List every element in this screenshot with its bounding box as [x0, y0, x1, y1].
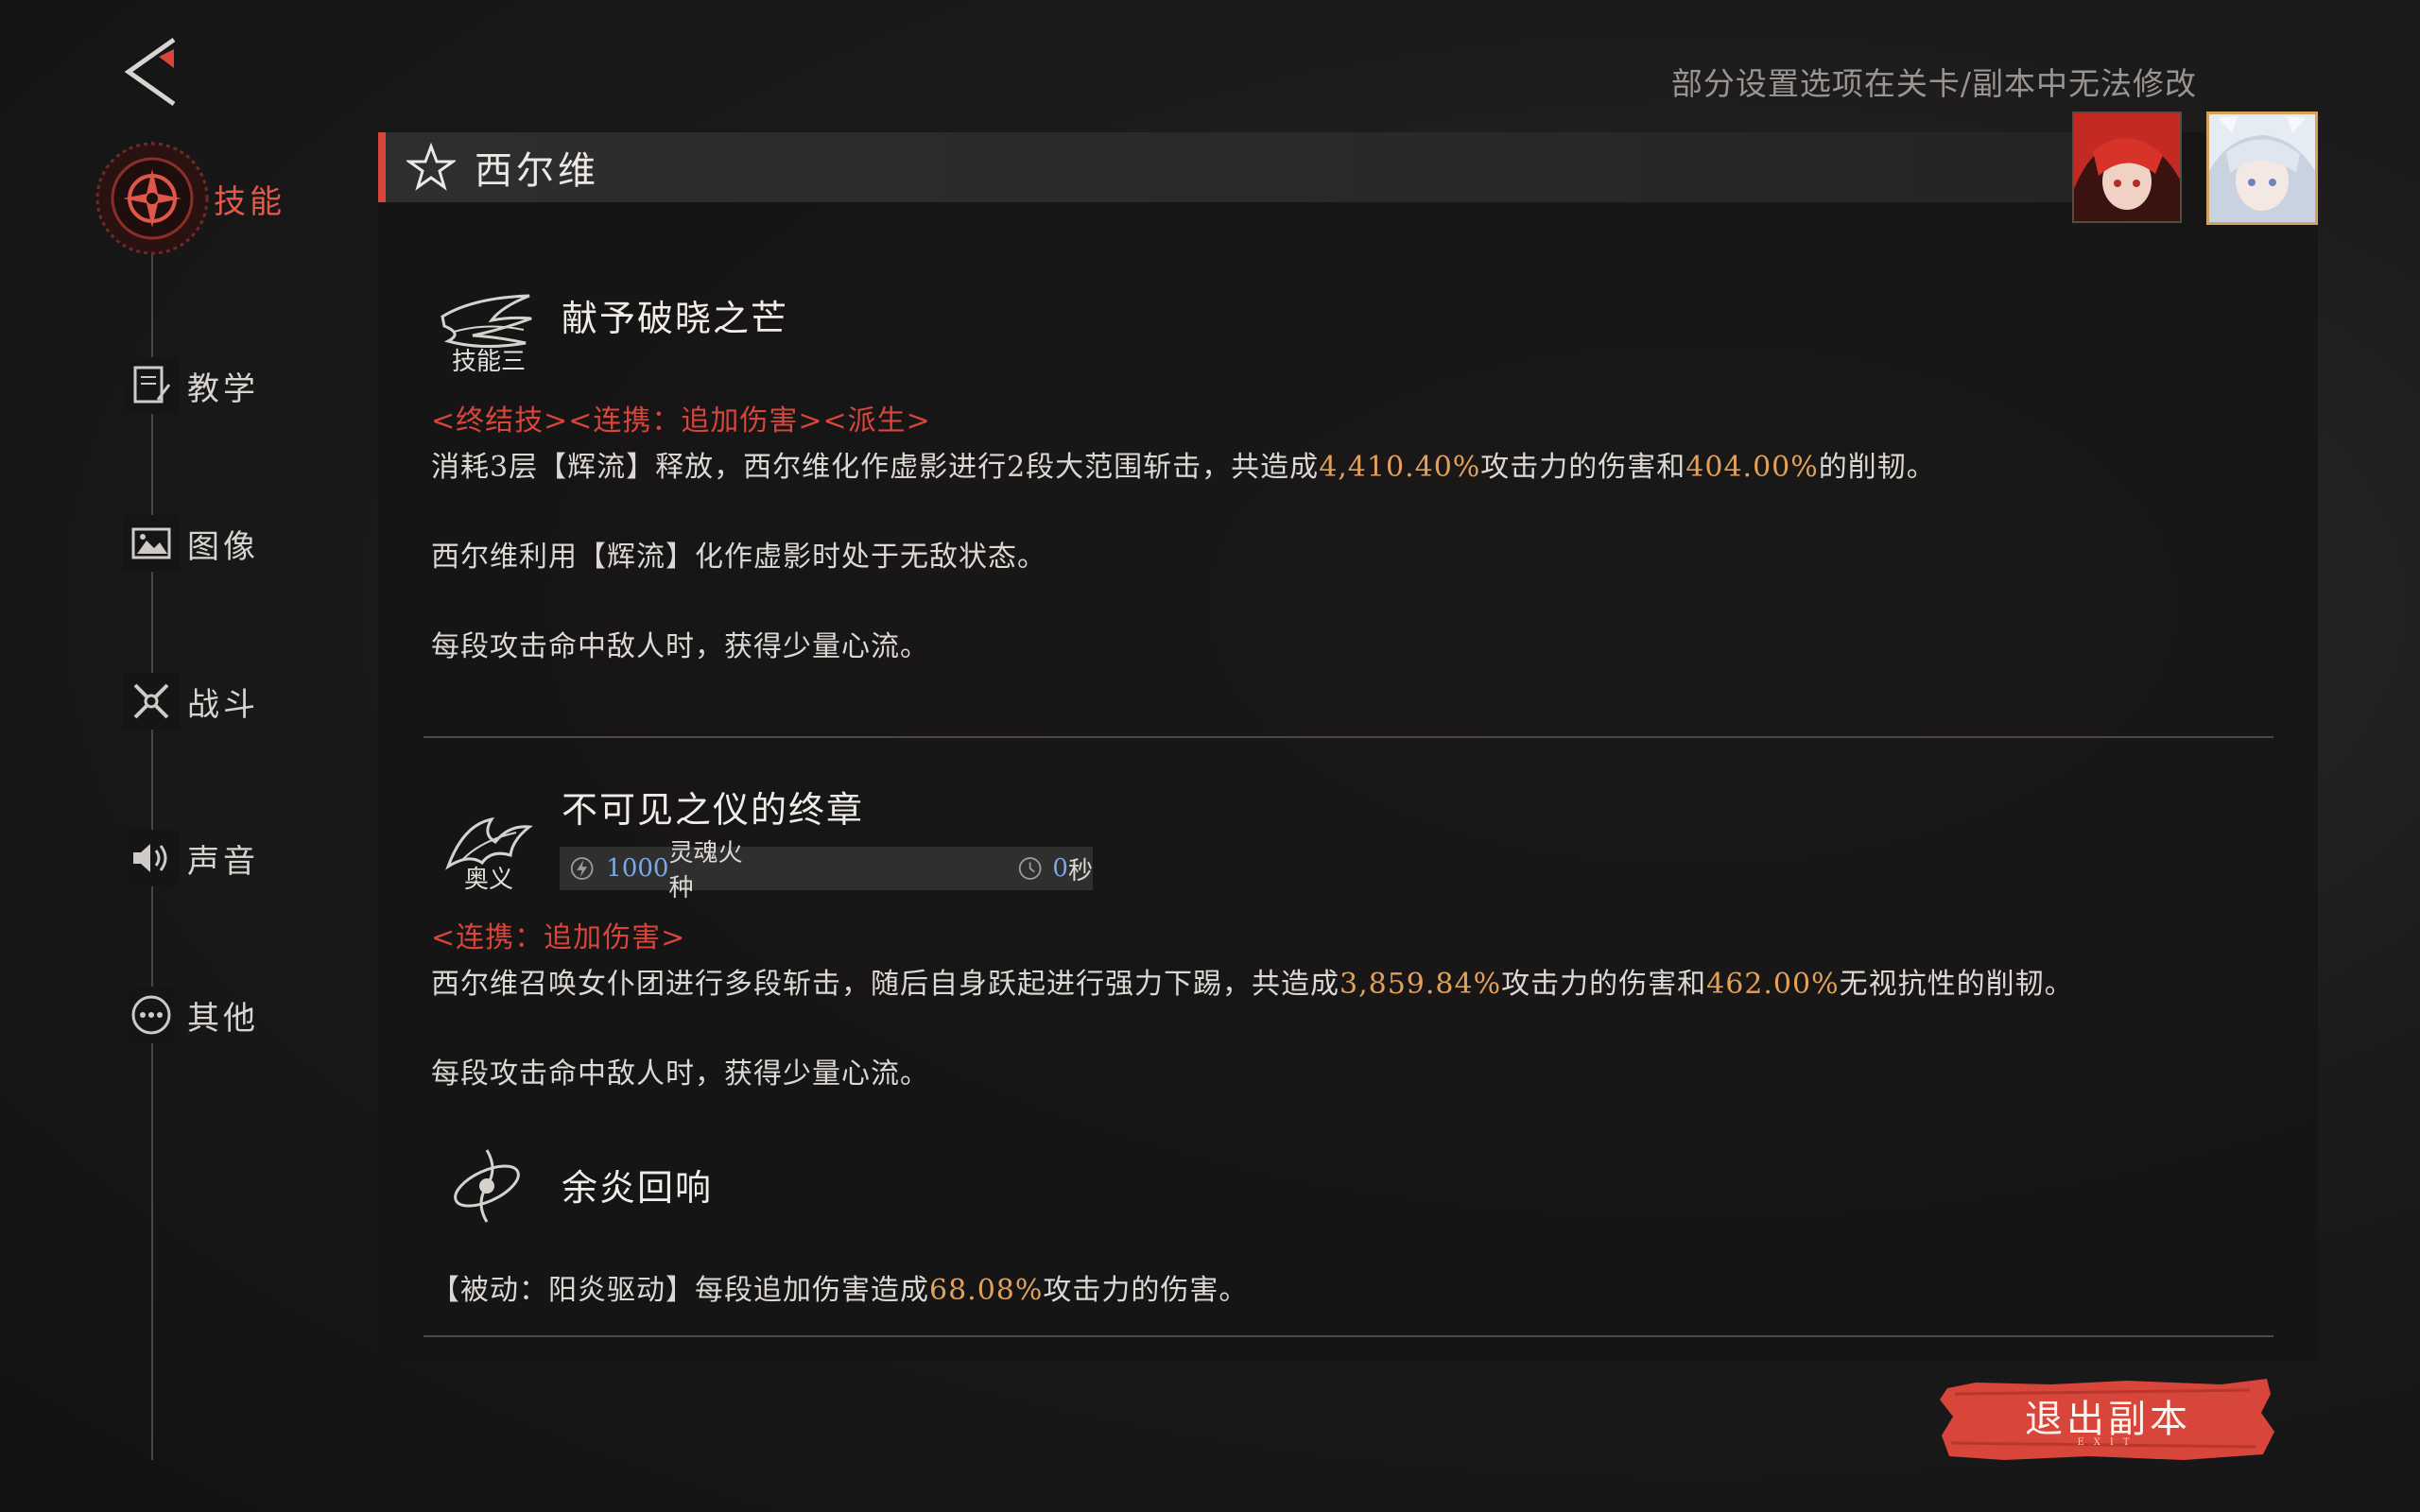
cost-value: 1000 — [606, 854, 669, 883]
compass-emblem-icon — [91, 137, 214, 260]
star-icon — [406, 143, 456, 191]
speaker-icon — [123, 830, 180, 886]
skill-cost-bar: 1000 灵魂火种 0 秒 — [560, 839, 1093, 902]
skill-description: 西尔维利用【辉流】化作虚影时处于无敌状态。 — [431, 541, 1046, 574]
damage-value: 4,410.40% — [1319, 451, 1481, 484]
exit-button-sublabel: EXIT — [2077, 1437, 2139, 1448]
sidebar-item-graphics[interactable]: 图像 — [123, 510, 259, 576]
skill-description: 西尔维召唤女仆团进行多段斩击，随后自身跃起进行强力下踢，共造成3,859.84%… — [431, 968, 2074, 1001]
sidebar-item-label: 其他 — [187, 999, 259, 1038]
sidebar-item-label: 图像 — [187, 527, 259, 566]
toughness-value: 462.00% — [1706, 968, 1840, 1001]
flame-orbit-icon — [435, 1132, 539, 1236]
character-header: 西尔维 — [378, 132, 2078, 202]
skill-title: 余炎回响 — [562, 1167, 714, 1209]
sidebar-item-sound[interactable]: 声音 — [123, 825, 259, 891]
section-divider — [424, 736, 2273, 738]
sidebar-item-label: 声音 — [187, 842, 259, 881]
sidebar-item-label: 战斗 — [187, 685, 259, 724]
more-dots-icon — [123, 987, 180, 1043]
skill-type-tags: <连携：追加伤害> — [431, 921, 686, 954]
clock-icon — [1018, 857, 1042, 880]
toughness-value: 404.00% — [1685, 451, 1819, 484]
skill-type-tags: <终结技><连携：追加伤害><派生> — [431, 404, 931, 438]
cooldown-value: 0 — [1052, 854, 1068, 883]
skill-title: 不可见之仪的终章 — [562, 789, 865, 831]
exit-button-label: 退出副本 — [2025, 1398, 2191, 1441]
damage-value: 3,859.84% — [1340, 968, 1502, 1001]
sidebar-item-label: 技能 — [214, 182, 285, 221]
sidebar-item-other[interactable]: 其他 — [123, 982, 259, 1048]
sidebar-divider — [151, 142, 153, 1460]
skill-tag: 技能三 — [451, 348, 526, 376]
character-portrait-silver[interactable] — [2206, 112, 2318, 225]
skill-title: 献予破晓之芒 — [562, 298, 789, 339]
exit-dungeon-button[interactable]: 退出副本 EXIT — [1938, 1375, 2278, 1464]
section-divider — [424, 1335, 2273, 1337]
back-button[interactable] — [121, 34, 187, 110]
notebook-icon — [123, 357, 180, 414]
character-portrait-red[interactable] — [2072, 112, 2182, 223]
crossed-swords-icon — [123, 673, 180, 730]
character-name: 西尔维 — [475, 149, 599, 193]
back-arrow-icon — [124, 37, 176, 107]
sidebar-item-combat[interactable]: 战斗 — [123, 668, 259, 734]
skill-description: 消耗3层【辉流】释放，西尔维化作虚影进行2段大范围斩击，共造成4,410.40%… — [431, 451, 1936, 484]
sidebar-item-label: 教学 — [187, 369, 259, 408]
cost-unit: 灵魂火种 — [668, 839, 743, 902]
skill-description: 【被动：阳炎驱动】每段追加伤害造成68.08%攻击力的伤害。 — [431, 1274, 1249, 1307]
cooldown-unit: 秒 — [1067, 856, 1093, 885]
energy-icon — [570, 857, 594, 880]
skill-description: 每段攻击命中敌人时，获得少量心流。 — [431, 1057, 929, 1091]
sidebar-item-skills[interactable]: 技能 — [91, 142, 285, 255]
skill-tag: 奥义 — [463, 866, 513, 894]
damage-value: 68.08% — [929, 1274, 1044, 1307]
skill-description: 每段攻击命中敌人时，获得少量心流。 — [431, 630, 929, 663]
image-icon — [123, 515, 180, 572]
settings-notice: 部分设置选项在关卡/副本中无法修改 — [1670, 65, 2197, 102]
sidebar-item-tutorial[interactable]: 教学 — [123, 352, 259, 419]
